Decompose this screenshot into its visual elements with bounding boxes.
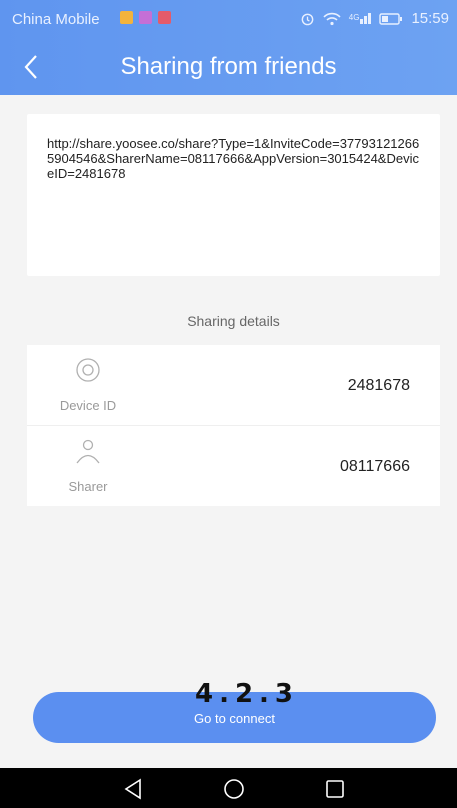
camera-icon <box>76 358 100 382</box>
section-title: Sharing details <box>187 313 280 329</box>
detail-row-sharer: Sharer 08117666 <box>27 426 440 506</box>
carrier-label: China Mobile <box>12 11 100 28</box>
share-link-card: http://share.yoosee.co/share?Type=1&Invi… <box>27 114 440 276</box>
status-icons: 4G 15:59 <box>300 10 449 27</box>
network-type-label: 4G <box>348 13 360 22</box>
app-header: China Mobile 4G 15:59 Sharing from frien… <box>0 0 457 95</box>
share-link-text: http://share.yoosee.co/share?Type=1&Invi… <box>47 136 420 181</box>
battery-icon <box>379 12 403 25</box>
clock-label: 15:59 <box>411 10 449 27</box>
connect-button-label: Go to connect <box>194 711 275 726</box>
detail-label: Sharer <box>68 479 108 494</box>
wifi-icon <box>323 12 341 25</box>
notification-app-icon <box>139 11 152 24</box>
detail-value: 2481678 <box>347 377 410 394</box>
nav-recents-icon[interactable] <box>323 777 347 801</box>
signal-icon: 4G <box>349 13 372 24</box>
detail-value: 08117666 <box>340 458 410 475</box>
title-row: Sharing from friends <box>0 40 457 95</box>
details-card: Device ID 2481678 Sharer 08117666 <box>27 345 440 506</box>
nav-back-icon[interactable] <box>121 777 145 801</box>
notification-app-icon <box>158 11 171 24</box>
detail-label: Device ID <box>59 398 117 413</box>
notification-app-icon <box>120 11 133 24</box>
nav-home-icon[interactable] <box>222 777 246 801</box>
notification-icons <box>120 11 171 24</box>
alarm-icon <box>301 13 314 26</box>
detail-row-device-id: Device ID 2481678 <box>27 345 440 426</box>
page-title: Sharing from friends <box>120 53 337 80</box>
person-icon <box>76 439 100 464</box>
version-overlay: 4.2.3 <box>194 679 300 709</box>
system-nav-bar <box>0 768 457 808</box>
status-bar: China Mobile 4G 15:59 <box>0 0 457 40</box>
